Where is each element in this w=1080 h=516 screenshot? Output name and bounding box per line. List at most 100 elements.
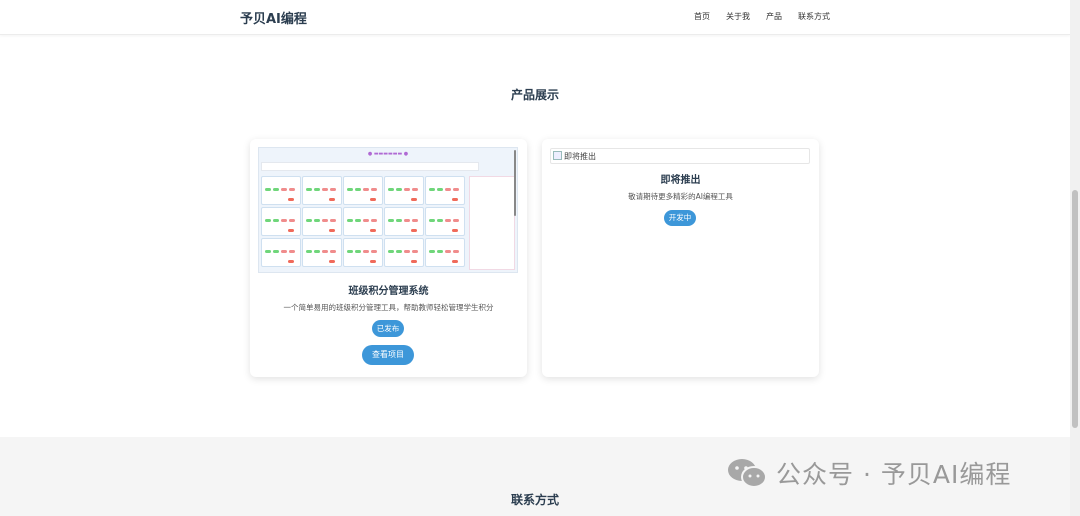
mini-ranking-panel <box>469 176 515 270</box>
mini-delete-button <box>288 260 294 263</box>
mini-score-button <box>371 188 377 191</box>
mini-score-button <box>281 219 287 222</box>
mini-delete-button <box>411 260 417 263</box>
mini-student-card <box>302 238 342 267</box>
mini-student-card <box>343 207 383 236</box>
mini-score-button <box>437 219 443 222</box>
mini-score-button <box>437 188 443 191</box>
mini-score-button <box>404 250 410 253</box>
mini-score-button <box>314 219 320 222</box>
mini-delete-button <box>452 260 458 263</box>
mini-score-button <box>314 250 320 253</box>
mini-delete-button <box>329 229 335 232</box>
mini-score-button <box>289 250 295 253</box>
mini-score-button <box>371 219 377 222</box>
view-project-button[interactable]: 查看项目 <box>362 345 414 365</box>
mini-score-button <box>322 219 328 222</box>
mini-score-button <box>396 188 402 191</box>
mini-score-button <box>404 219 410 222</box>
mini-score-button <box>265 188 271 191</box>
watermark-text: 公众号 · 予贝AI编程 <box>776 460 1012 489</box>
nav-about[interactable]: 关于我 <box>726 11 750 22</box>
broken-image-icon <box>553 151 562 160</box>
mini-delete-button <box>288 229 294 232</box>
mini-score-button <box>355 250 361 253</box>
mini-scrollbar <box>514 150 516 216</box>
mini-student-card <box>261 207 301 236</box>
mini-score-button <box>363 219 369 222</box>
mini-score-button <box>388 188 394 191</box>
contact-title: 联系方式 <box>510 493 559 507</box>
mini-title-decoration: ● ▬▬▬▬▬▬ ● <box>367 151 409 157</box>
mini-student-card <box>425 238 465 267</box>
mini-delete-button <box>288 198 294 201</box>
mini-student-card <box>425 207 465 236</box>
mini-score-button <box>412 219 418 222</box>
mini-score-button <box>388 250 394 253</box>
nav-contact[interactable]: 联系方式 <box>798 11 830 22</box>
watermark: 公众号 · 予贝AI编程 <box>726 455 1056 491</box>
product-card-coming-soon: 即将推出 即将推出 敬请期待更多精彩的AI编程工具 开发中 <box>542 139 819 377</box>
mini-header: ● ▬▬▬▬▬▬ ● <box>259 148 517 160</box>
mini-score-button <box>363 250 369 253</box>
mini-delete-button <box>411 198 417 201</box>
site-logo[interactable]: 予贝AI编程 <box>240 8 307 27</box>
mini-score-button <box>265 219 271 222</box>
card-title: 即将推出 <box>660 175 701 186</box>
mini-score-button <box>412 250 418 253</box>
mini-student-card <box>384 176 424 205</box>
mini-score-button <box>273 219 279 222</box>
mini-score-button <box>306 219 312 222</box>
mini-student-card <box>261 238 301 267</box>
product-screenshot: ● ▬▬▬▬▬▬ ● <box>258 147 518 273</box>
mini-student-card <box>261 176 301 205</box>
mini-score-button <box>273 250 279 253</box>
mini-score-button <box>273 188 279 191</box>
mini-score-button <box>265 250 271 253</box>
mini-score-button <box>437 250 443 253</box>
wechat-icon <box>728 459 767 488</box>
mini-score-button <box>355 188 361 191</box>
broken-image-placeholder: 即将推出 <box>550 148 810 164</box>
mini-delete-button <box>452 229 458 232</box>
nav-products[interactable]: 产品 <box>766 11 782 22</box>
mini-student-card <box>384 207 424 236</box>
mini-score-button <box>306 188 312 191</box>
mini-score-button <box>396 219 402 222</box>
mini-score-button <box>281 188 287 191</box>
mini-delete-button <box>329 198 335 201</box>
mini-score-button <box>347 188 353 191</box>
mini-score-button <box>289 219 295 222</box>
card-title: 班级积分管理系统 <box>348 286 429 297</box>
products-title: 产品展示 <box>510 88 559 102</box>
mini-score-button <box>314 188 320 191</box>
mini-delete-button <box>370 198 376 201</box>
mini-score-button <box>322 250 328 253</box>
product-card-class-points: ● ▬▬▬▬▬▬ ● 班级积分管理系统 一个简单易用的班级积分管理工具，帮助教师… <box>250 139 527 377</box>
mini-delete-button <box>370 229 376 232</box>
mini-score-button <box>347 250 353 253</box>
page-scrollbar-thumb[interactable] <box>1072 190 1078 428</box>
mini-student-card <box>343 238 383 267</box>
image-alt-text: 即将推出 <box>564 152 596 161</box>
mini-score-button <box>306 250 312 253</box>
mini-score-button <box>363 188 369 191</box>
mini-delete-button <box>411 229 417 232</box>
nav-home[interactable]: 首页 <box>694 11 710 22</box>
site-header: 予贝AI编程 首页 关于我 产品 联系方式 <box>0 0 1070 35</box>
mini-score-button <box>445 250 451 253</box>
mini-delete-button <box>329 260 335 263</box>
main-nav: 首页 关于我 产品 联系方式 <box>694 11 830 22</box>
mini-score-button <box>404 188 410 191</box>
mini-delete-button <box>452 198 458 201</box>
mini-score-button <box>347 219 353 222</box>
mini-score-button <box>453 188 459 191</box>
mini-score-button <box>330 219 336 222</box>
mini-score-button <box>445 219 451 222</box>
mini-score-button <box>453 250 459 253</box>
mini-score-button <box>429 188 435 191</box>
mini-score-button <box>396 250 402 253</box>
mini-score-button <box>281 250 287 253</box>
status-badge-published: 已发布 <box>372 320 404 337</box>
mini-score-button <box>330 188 336 191</box>
